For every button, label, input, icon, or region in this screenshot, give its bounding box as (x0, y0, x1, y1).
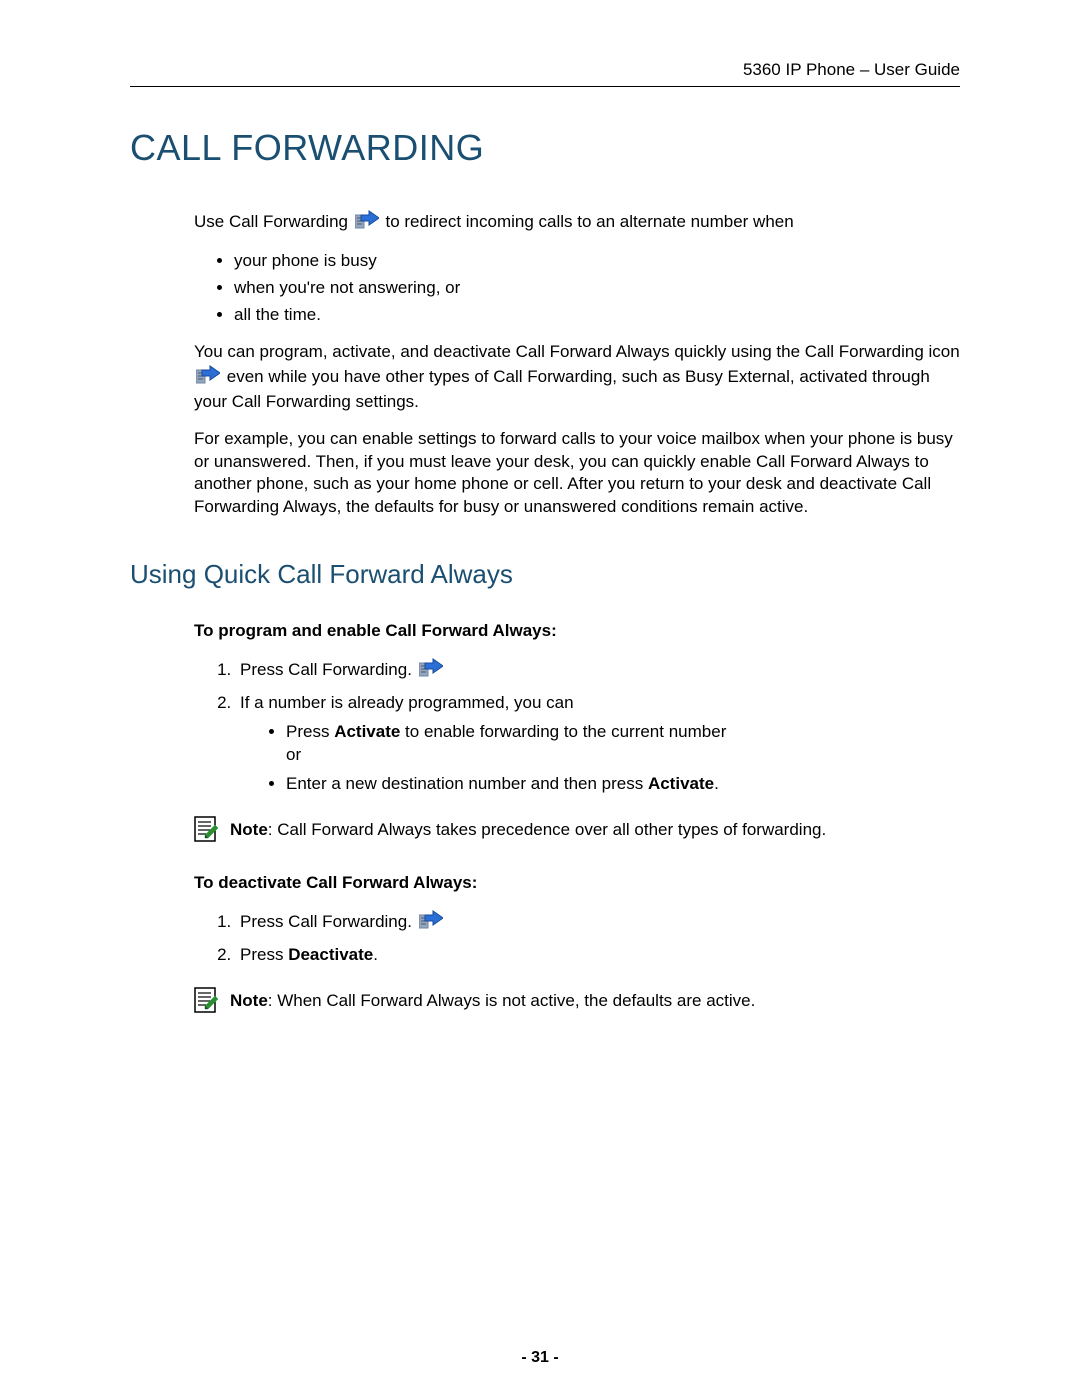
list-item: Press Deactivate. (236, 944, 960, 967)
note-block-2: Note: When Call Forward Always is not ac… (194, 987, 960, 1013)
intro-block: Use Call Forwarding to redirect incoming… (194, 209, 960, 519)
page-number: - 31 - (521, 1349, 558, 1366)
call-forward-icon (196, 364, 220, 391)
page: 5360 IP Phone – User Guide CALL FORWARDI… (0, 0, 1080, 1397)
note-icon (194, 816, 220, 842)
note-label: Note (230, 820, 268, 839)
intro-para-2: You can program, activate, and deactivat… (194, 341, 960, 414)
text: . (373, 945, 378, 964)
text: Press (286, 722, 334, 741)
text: : Call Forward Always takes precedence o… (268, 820, 826, 839)
text: or (286, 745, 301, 764)
list-item: If a number is already programmed, you c… (236, 692, 960, 796)
note-label: Note (230, 991, 268, 1010)
text-bold: Deactivate (288, 945, 373, 964)
text-bold: Activate (334, 722, 400, 741)
list-item: your phone is busy (234, 250, 960, 273)
text: If a number is already programmed, you c… (240, 693, 574, 712)
text: Use Call Forwarding (194, 212, 353, 231)
list-item: when you're not answering, or (234, 277, 960, 300)
note-text: Note: When Call Forward Always is not ac… (230, 987, 755, 1013)
text: Press Call Forwarding. (240, 912, 417, 931)
section-heading: Using Quick Call Forward Always (130, 559, 960, 590)
steps-list-2: Press Call Forwarding. Press Deactivate. (194, 909, 960, 967)
call-forward-icon (419, 657, 443, 684)
page-header: 5360 IP Phone – User Guide (130, 60, 960, 87)
sub-heading-2: To deactivate Call Forward Always: (194, 872, 960, 895)
section2-block: To program and enable Call Forward Alway… (194, 620, 960, 1012)
intro-para-3: For example, you can enable settings to … (194, 428, 960, 520)
text: even while you have other types of Call … (194, 367, 930, 411)
list-item: Press Call Forwarding. (236, 657, 960, 684)
page-footer: - 31 - (0, 1349, 1080, 1367)
text-bold: Activate (648, 774, 714, 793)
note-block-1: Note: Call Forward Always takes preceden… (194, 816, 960, 842)
text: to enable forwarding to the current numb… (400, 722, 726, 741)
steps-list-1: Press Call Forwarding. If a number is al… (194, 657, 960, 796)
text: . (714, 774, 719, 793)
list-item: Press Activate to enable forwarding to t… (286, 721, 960, 767)
list-item: Press Call Forwarding. (236, 909, 960, 936)
sub-heading-1: To program and enable Call Forward Alway… (194, 620, 960, 643)
text: You can program, activate, and deactivat… (194, 342, 960, 361)
intro-line-1: Use Call Forwarding to redirect incoming… (194, 209, 960, 236)
note-text: Note: Call Forward Always takes preceden… (230, 816, 826, 842)
list-item: all the time. (234, 304, 960, 327)
call-forward-icon (419, 909, 443, 936)
text: to redirect incoming calls to an alterna… (385, 212, 793, 231)
text: Press (240, 945, 288, 964)
intro-bullets: your phone is busy when you're not answe… (194, 250, 960, 327)
text: Enter a new destination number and then … (286, 774, 648, 793)
text: Press Call Forwarding. (240, 660, 417, 679)
doc-title: 5360 IP Phone – User Guide (743, 60, 960, 79)
page-title: CALL FORWARDING (130, 127, 960, 169)
list-item: Enter a new destination number and then … (286, 773, 960, 796)
note-icon (194, 987, 220, 1013)
sub-list: Press Activate to enable forwarding to t… (240, 721, 960, 796)
text: : When Call Forward Always is not active… (268, 991, 756, 1010)
call-forward-icon (355, 209, 379, 236)
